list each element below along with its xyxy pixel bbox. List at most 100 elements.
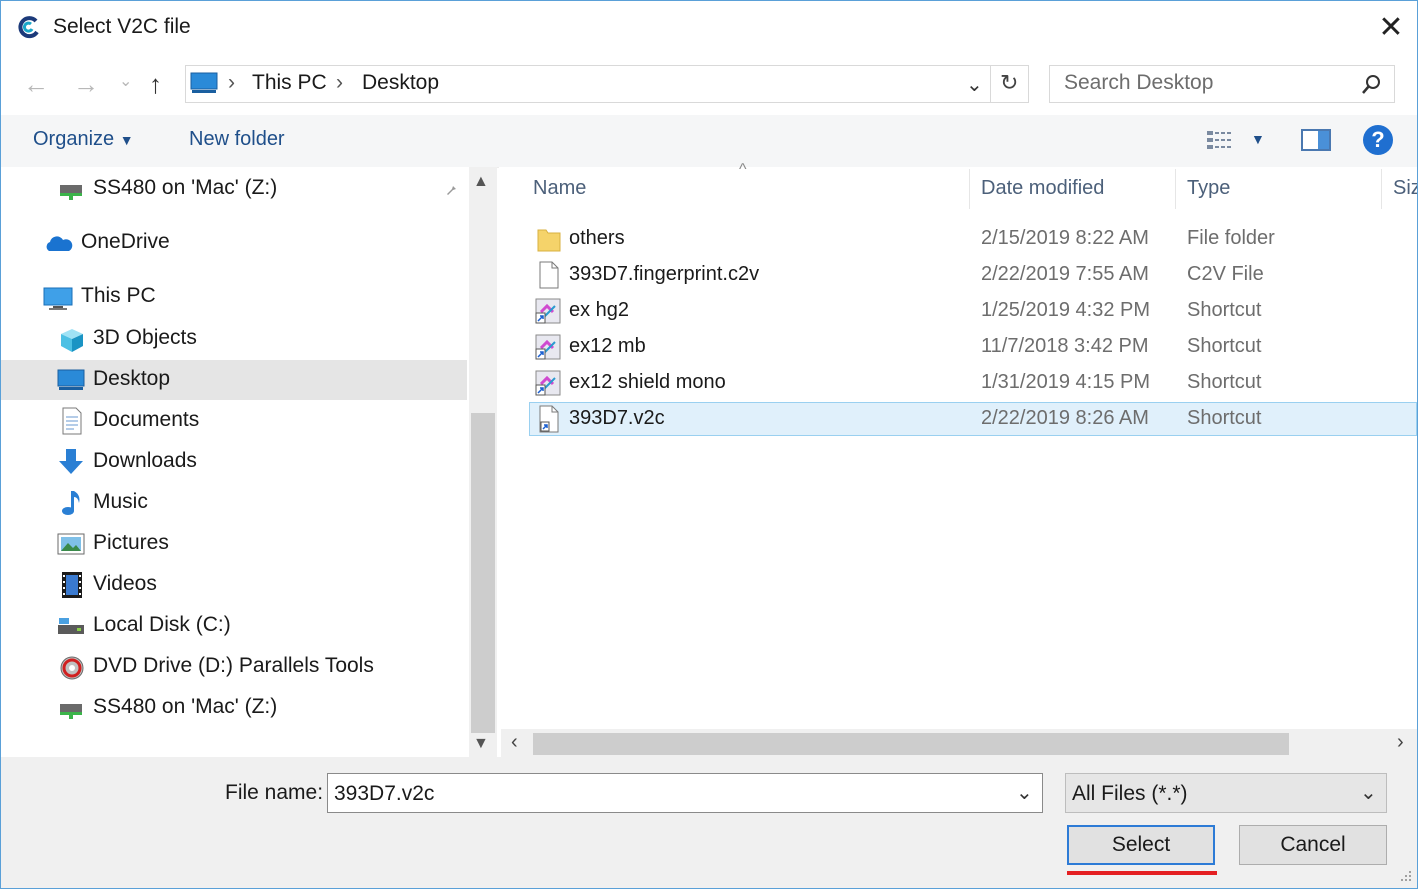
- pin-icon[interactable]: [445, 181, 461, 197]
- column-divider[interactable]: [1175, 169, 1176, 209]
- cloud-icon: [46, 236, 73, 251]
- nav-item-label: 3D Objects: [93, 326, 197, 349]
- music-icon: [62, 491, 80, 515]
- search-box[interactable]: Search Desktop: [1049, 65, 1395, 103]
- file-type-filter-value: All Files (*.*): [1072, 782, 1188, 805]
- organize-button[interactable]: Organize ▼: [33, 128, 134, 151]
- download-icon: [59, 449, 83, 474]
- organize-label: Organize: [33, 128, 115, 150]
- nav-item-network-drive-z[interactable]: SS480 on 'Mac' (Z:): [1, 169, 467, 209]
- sort-ascending-icon: ^: [739, 161, 747, 178]
- file-type-filter-dropdown[interactable]: All Files (*.*) ⌄: [1065, 773, 1387, 813]
- resize-grip-icon[interactable]: [1397, 867, 1413, 883]
- column-divider[interactable]: [1381, 169, 1382, 209]
- file-name: ex hg2: [569, 299, 630, 321]
- file-name: ex12 shield mono: [569, 371, 726, 393]
- shortcut-icon: [535, 334, 561, 360]
- shortcut-icon: [535, 298, 561, 324]
- nav-scrollbar-thumb[interactable]: [471, 413, 495, 733]
- column-header-type[interactable]: Type: [1187, 177, 1230, 200]
- file-name: 393D7.v2c: [569, 407, 665, 429]
- highlight-underline: [1067, 871, 1217, 875]
- search-icon[interactable]: [1360, 74, 1382, 96]
- scroll-up-icon[interactable]: ▲: [473, 173, 489, 191]
- file-type: Shortcut: [1187, 299, 1262, 321]
- file-row-ex12-shield-mono[interactable]: ex12 shield mono 1/31/2019 4:15 PM Short…: [529, 366, 1417, 400]
- file-name: others: [569, 227, 625, 249]
- view-options-icon[interactable]: [1207, 129, 1235, 151]
- scroll-right-icon[interactable]: ›: [1397, 731, 1404, 754]
- help-icon[interactable]: ?: [1363, 125, 1393, 155]
- videos-icon: [62, 572, 82, 598]
- address-divider: [990, 66, 991, 102]
- column-divider[interactable]: [969, 169, 970, 209]
- shortcut-file-icon: [539, 405, 559, 433]
- file-type: Shortcut: [1187, 371, 1262, 393]
- scroll-left-icon[interactable]: ‹: [511, 731, 518, 754]
- nav-item-onedrive[interactable]: OneDrive: [1, 223, 467, 263]
- title-bar: Select V2C file ✕: [1, 1, 1417, 57]
- back-arrow-icon[interactable]: ←: [23, 69, 49, 100]
- nav-item-3d-objects[interactable]: 3D Objects: [1, 319, 467, 359]
- column-header-date-modified[interactable]: Date modified: [981, 177, 1104, 200]
- address-dropdown-chevron-icon[interactable]: ⌄: [966, 72, 983, 97]
- address-bar[interactable]: › This PC › Desktop ⌄ ↻: [185, 65, 1029, 103]
- file-row-ex12-mb[interactable]: ex12 mb 11/7/2018 3:42 PM Shortcut: [529, 330, 1417, 364]
- nav-item-this-pc[interactable]: This PC: [1, 277, 467, 317]
- breadcrumb-this-pc[interactable]: This PC: [252, 71, 327, 95]
- file-name-dropdown-chevron-icon[interactable]: ⌄: [1016, 780, 1033, 805]
- nav-item-documents[interactable]: Documents: [1, 401, 467, 441]
- breadcrumb-separator-icon: ›: [336, 71, 343, 94]
- file-row-393d7-v2c[interactable]: 393D7.v2c 2/22/2019 8:26 AM Shortcut: [529, 402, 1417, 436]
- recent-locations-chevron-icon[interactable]: ⌄: [119, 71, 132, 91]
- file-date: 1/25/2019 4:32 PM: [981, 299, 1151, 321]
- file-row-ex-hg2[interactable]: ex hg2 1/25/2019 4:32 PM Shortcut: [529, 294, 1417, 328]
- select-button[interactable]: Select: [1067, 825, 1215, 865]
- nav-item-network-drive-z-2[interactable]: SS480 on 'Mac' (Z:): [1, 688, 467, 728]
- file-row-others[interactable]: others 2/15/2019 8:22 AM File folder: [529, 222, 1417, 256]
- desktop-icon: [57, 369, 85, 390]
- nav-item-videos[interactable]: Videos: [1, 565, 467, 605]
- file-dialog-window: Select V2C file ✕ ← → ⌄ ↑ › This PC › De…: [0, 0, 1418, 889]
- nav-item-label: Local Disk (C:): [93, 613, 231, 636]
- desktop-icon: [190, 72, 218, 93]
- nav-item-label: OneDrive: [81, 230, 170, 253]
- file-date: 2/15/2019 8:22 AM: [981, 227, 1149, 249]
- nav-item-label: Desktop: [93, 367, 171, 390]
- horizontal-scrollbar-thumb[interactable]: [533, 733, 1289, 755]
- nav-item-label: DVD Drive (D:) Parallels Tools: [93, 654, 374, 677]
- close-button[interactable]: ✕: [1371, 9, 1411, 47]
- nav-item-dvd-drive-d[interactable]: DVD Drive (D:) Parallels Tools: [1, 647, 467, 687]
- column-header-name[interactable]: Name: [533, 177, 586, 200]
- search-input[interactable]: Search Desktop: [1064, 71, 1213, 95]
- nav-item-local-disk-c[interactable]: Local Disk (C:): [1, 606, 467, 646]
- nav-item-label: Music: [93, 490, 148, 513]
- network-drive-icon: [60, 704, 82, 719]
- cancel-button[interactable]: Cancel: [1239, 825, 1387, 865]
- view-dropdown-caret-icon[interactable]: ▼: [1251, 131, 1265, 147]
- nav-item-pictures[interactable]: Pictures: [1, 524, 467, 564]
- network-drive-icon: [60, 185, 82, 200]
- file-name-input[interactable]: 393D7.v2c: [334, 782, 434, 806]
- breadcrumb-desktop[interactable]: Desktop: [362, 71, 439, 95]
- nav-item-desktop[interactable]: Desktop: [1, 360, 467, 400]
- file-name-field[interactable]: 393D7.v2c ⌄: [327, 773, 1043, 813]
- forward-arrow-icon[interactable]: →: [73, 69, 99, 100]
- app-logo-icon: [18, 16, 39, 39]
- nav-item-label: Videos: [93, 572, 157, 595]
- up-arrow-icon[interactable]: ↑: [149, 69, 162, 100]
- file-row-fingerprint[interactable]: 393D7.fingerprint.c2v 2/22/2019 7:55 AM …: [529, 258, 1417, 292]
- nav-item-music[interactable]: Music: [1, 483, 467, 523]
- refresh-icon[interactable]: ↻: [1000, 70, 1018, 96]
- file-name-label: File name:: [225, 781, 324, 804]
- scroll-down-icon[interactable]: ▼: [473, 735, 489, 753]
- nav-item-downloads[interactable]: Downloads: [1, 442, 467, 482]
- breadcrumb-separator-icon: ›: [228, 71, 235, 94]
- file-name: ex12 mb: [569, 335, 646, 357]
- new-folder-button[interactable]: New folder: [189, 128, 285, 151]
- nav-item-label: SS480 on 'Mac' (Z:): [93, 695, 278, 718]
- file-date: 2/22/2019 7:55 AM: [981, 263, 1149, 285]
- preview-pane-icon[interactable]: [1301, 129, 1331, 151]
- dvd-icon: [60, 656, 84, 680]
- column-header-size[interactable]: Siz: [1393, 177, 1417, 200]
